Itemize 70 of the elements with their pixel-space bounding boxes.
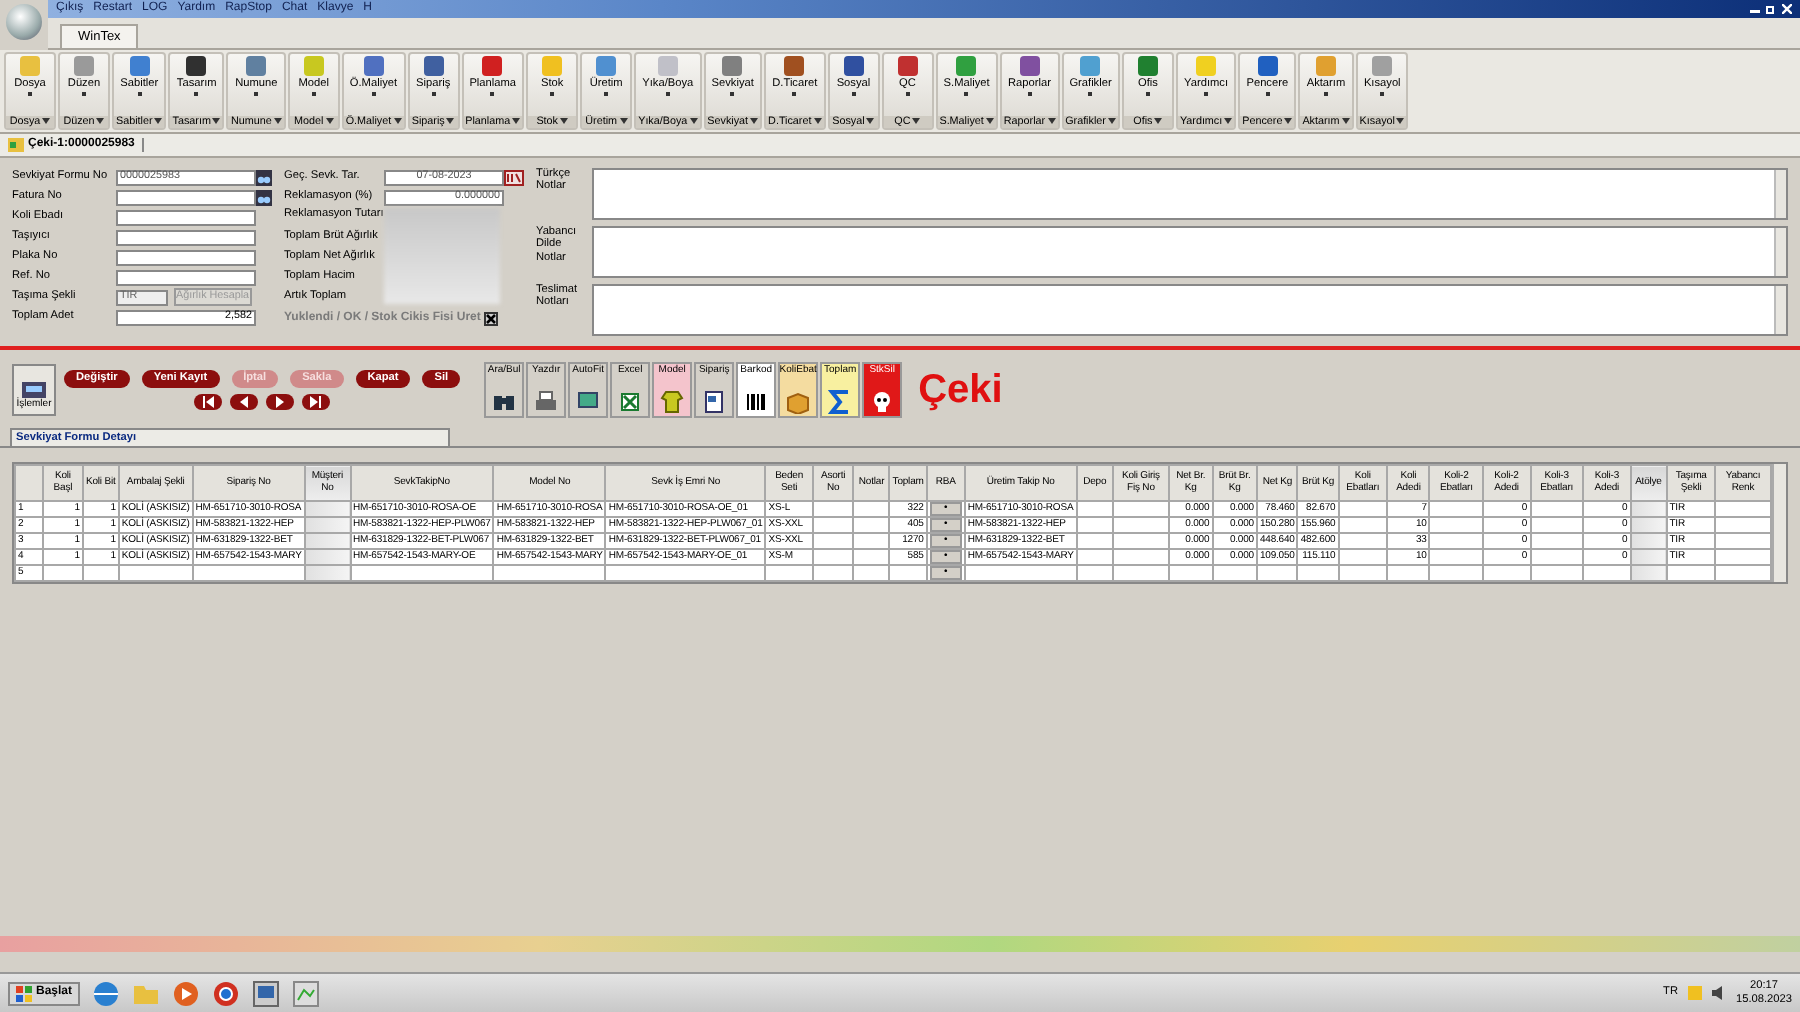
tile-icon[interactable] xyxy=(1135,54,1160,78)
binoculars-icon[interactable] xyxy=(256,169,272,185)
tile-icon[interactable] xyxy=(1313,54,1338,78)
tile-icon[interactable] xyxy=(361,54,386,78)
binoculars-icon xyxy=(492,390,517,414)
monitor-icon xyxy=(576,390,601,414)
restore-icon[interactable] xyxy=(1766,4,1776,14)
scrollbar[interactable] xyxy=(1774,286,1786,334)
last-record-button[interactable] xyxy=(302,393,331,410)
tile-icon[interactable] xyxy=(1255,54,1280,78)
module-title: Çeki xyxy=(918,367,1003,413)
play-icon[interactable] xyxy=(172,979,201,1007)
document-icon xyxy=(702,390,727,414)
globe-icon[interactable] xyxy=(92,979,121,1007)
scrollbar[interactable] xyxy=(1774,228,1786,276)
blurred-region xyxy=(384,208,500,304)
tile-icon[interactable] xyxy=(18,54,42,78)
printer-icon xyxy=(534,390,559,414)
scrollbar[interactable] xyxy=(1774,170,1786,218)
tile-icon[interactable] xyxy=(421,54,446,78)
next-record-button[interactable] xyxy=(266,393,295,410)
triangle-icon xyxy=(310,395,323,408)
minimize-icon[interactable] xyxy=(1750,4,1760,14)
barcode-icon xyxy=(744,390,769,414)
input-field[interactable] xyxy=(116,269,256,285)
tab-doc-icon xyxy=(8,138,24,152)
circle-icon[interactable] xyxy=(212,979,241,1007)
tile-icon[interactable] xyxy=(301,54,326,78)
tile-icon[interactable] xyxy=(841,54,866,78)
app-icon[interactable] xyxy=(292,979,321,1007)
tile-icon[interactable] xyxy=(1017,54,1042,78)
tile-icon[interactable] xyxy=(244,54,269,78)
previous-record-button[interactable] xyxy=(230,393,259,410)
tile-icon[interactable] xyxy=(954,54,979,78)
box-icon xyxy=(786,390,811,414)
shirt-icon xyxy=(660,390,685,414)
close-icon[interactable] xyxy=(1782,4,1792,14)
input-field[interactable] xyxy=(116,229,256,245)
input-field[interactable] xyxy=(116,189,256,205)
tile-icon[interactable] xyxy=(895,54,920,78)
app-logo-icon[interactable] xyxy=(6,4,42,40)
triangle-icon xyxy=(238,395,251,408)
tile-icon[interactable] xyxy=(540,54,565,78)
tile-icon[interactable] xyxy=(1078,54,1103,78)
app-icon[interactable] xyxy=(252,979,281,1007)
sigma-icon xyxy=(828,390,853,414)
flag-icon xyxy=(16,985,32,1001)
calendar-icon[interactable] xyxy=(504,169,524,185)
skull-icon xyxy=(870,390,895,414)
binoculars-icon[interactable] xyxy=(256,189,272,205)
notes-field[interactable] xyxy=(592,284,1788,336)
input-field[interactable] xyxy=(116,249,256,265)
speaker-icon[interactable] xyxy=(1712,986,1726,1000)
tile-icon[interactable] xyxy=(127,54,152,78)
tile-icon[interactable] xyxy=(782,54,807,78)
tile-icon[interactable] xyxy=(1194,54,1219,78)
tile-icon[interactable] xyxy=(72,54,96,78)
spreadsheet-icon xyxy=(618,390,643,414)
tile-icon[interactable] xyxy=(594,54,619,78)
notes-field[interactable] xyxy=(592,226,1788,278)
first-record-button[interactable] xyxy=(194,393,223,410)
tile-icon[interactable] xyxy=(1370,54,1395,78)
tile-icon[interactable] xyxy=(184,54,209,78)
tile-icon[interactable] xyxy=(655,54,680,78)
tile-icon[interactable] xyxy=(480,54,505,78)
triangle-icon xyxy=(274,395,287,408)
triangle-icon xyxy=(202,395,215,408)
notes-field[interactable] xyxy=(592,168,1788,220)
input-field[interactable] xyxy=(116,209,256,225)
tile-icon[interactable] xyxy=(720,54,745,78)
